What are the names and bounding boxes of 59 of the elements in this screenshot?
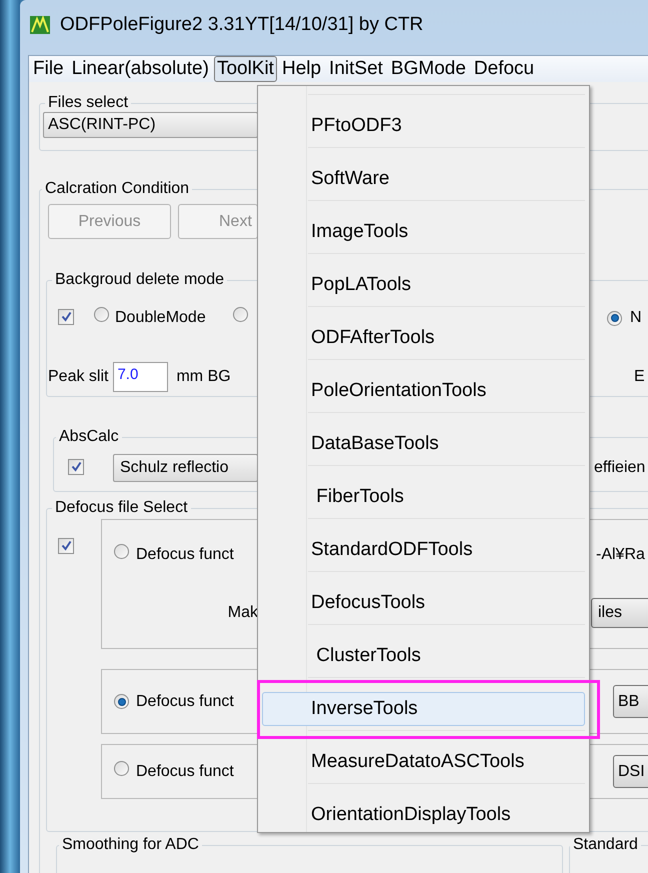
check-icon [60, 540, 72, 551]
menu-option[interactable]: SoftWare [262, 162, 585, 196]
menu-option[interactable]: ODFAfterTools [262, 321, 585, 355]
unit-label: mm BG [176, 367, 231, 387]
option-label: Defocus funct [136, 692, 234, 712]
menu-option[interactable]: FiberTools [262, 480, 585, 514]
menu-item[interactable]: ToolKit [214, 56, 277, 82]
peak-slit-field[interactable]: 7.0 [113, 362, 168, 392]
check-icon [60, 311, 72, 322]
option-label: Defocus funct [136, 545, 234, 565]
menu-option[interactable]: OrientationDisplayTools [262, 798, 585, 832]
radio-button[interactable] [233, 307, 248, 322]
app-icon [30, 16, 50, 34]
menu-option[interactable]: DefocusTools [262, 586, 585, 620]
option-label: DoubleMode [115, 308, 206, 328]
radio-button[interactable] [114, 694, 129, 709]
menu-item[interactable]: Linear(absolute) [68, 56, 212, 82]
window-title: ODFPoleFigure2 3.31YT[14/10/31] by CTR [60, 12, 424, 37]
menu-item[interactable]: BGMode [388, 56, 469, 82]
checkbox[interactable] [68, 458, 84, 474]
checkbox[interactable] [58, 538, 74, 554]
menu-option[interactable]: PoleOrientationTools [262, 374, 585, 408]
group-label: Defocus file Select [54, 499, 189, 517]
option-label: Defocus funct [136, 762, 234, 782]
menu-option[interactable]: PopLATools [262, 268, 585, 302]
menu-option[interactable]: InverseTools [262, 692, 585, 726]
radio-button[interactable] [94, 307, 109, 322]
menu-option[interactable]: ImageTools [262, 215, 585, 249]
group-label: Files select [47, 94, 130, 112]
check-icon [70, 461, 82, 472]
menu-item[interactable]: Help [278, 56, 324, 82]
method-dropdown[interactable]: Schulz reflectio [113, 454, 258, 482]
radio-button[interactable] [114, 760, 129, 776]
make-label: Mak [228, 603, 258, 623]
peak-slit-label: Peak slit [48, 367, 108, 387]
radio-button[interactable] [114, 544, 129, 559]
function-button[interactable]: BB [613, 685, 648, 718]
cut-label: E [634, 367, 645, 387]
function-button[interactable]: DSI [613, 755, 648, 788]
cut-label: effieien [594, 458, 646, 478]
menu-item[interactable]: File [30, 56, 67, 82]
menu-option[interactable]: MeasureDatatoASCTools [262, 745, 585, 779]
file-type-dropdown[interactable]: ASC(RINT-PC) [43, 112, 258, 138]
group-label: AbsCalc [58, 428, 120, 446]
option-label: N [630, 308, 642, 328]
group-label: Calcration Condition [44, 180, 190, 198]
menu-option[interactable]: DataBaseTools [262, 427, 585, 461]
group-label: Backgroud delete mode [54, 271, 225, 289]
radio-button[interactable] [607, 310, 622, 326]
menu-option[interactable]: ClusterTools [262, 639, 585, 673]
menu-item[interactable]: Defocu [470, 56, 538, 82]
path-text: -Al¥Ra [596, 545, 645, 565]
checkbox[interactable] [58, 308, 74, 324]
group-label: Smoothing for ADC [61, 836, 200, 854]
menu-item[interactable]: InitSet [326, 56, 386, 82]
files-button[interactable]: iles [591, 598, 648, 628]
menu-option[interactable]: StandardODFTools [262, 533, 585, 567]
group-label: Standard [572, 836, 639, 854]
menu-option[interactable]: PFtoODF3 [262, 109, 585, 143]
